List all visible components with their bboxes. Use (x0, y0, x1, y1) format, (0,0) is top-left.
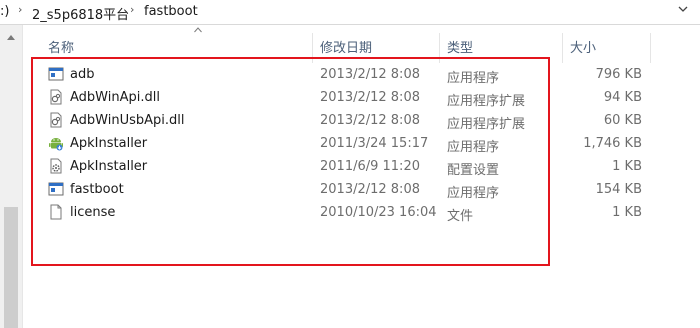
file-size: 94 KB (603, 90, 642, 105)
file-type: 应用程序 (447, 140, 500, 155)
column-header-name[interactable]: 名称 (48, 37, 74, 56)
file-modified: 2013/2/12 8:08 (320, 113, 420, 128)
file-name: fastboot (70, 182, 124, 197)
breadcrumb-root[interactable]: :) (0, 4, 9, 19)
vertical-scrollbar[interactable] (0, 25, 23, 328)
file-name: AdbWinApi.dll (70, 90, 160, 105)
file-name: adb (70, 67, 95, 82)
blank-file-icon (48, 204, 64, 220)
file-type: 配置设置 (447, 163, 500, 178)
column-divider[interactable] (562, 33, 563, 63)
file-modified: 2011/6/9 11:20 (320, 159, 420, 174)
file-row[interactable]: license 2010/10/23 16:04 文件 1 KB (22, 201, 652, 224)
file-name: ApkInstaller (70, 159, 148, 174)
file-size: 60 KB (603, 113, 642, 128)
file-type: 应用程序 (447, 186, 500, 201)
config-file-icon (48, 158, 64, 174)
file-modified: 2013/2/12 8:08 (320, 182, 420, 197)
file-size: 1,746 KB (583, 136, 642, 151)
chevron-down-icon[interactable] (678, 4, 688, 14)
android-icon (48, 135, 64, 151)
exe-icon (48, 66, 64, 82)
file-size: 1 KB (612, 159, 642, 174)
file-name: AdbWinUsbApi.dll (70, 113, 185, 128)
file-modified: 2013/2/12 8:08 (320, 90, 420, 105)
breadcrumb-folder[interactable]: 2_s5p6818平台 (32, 4, 129, 23)
file-row[interactable]: ApkInstaller 2011/3/24 15:17 应用程序 1,746 … (22, 132, 652, 155)
sort-ascending-icon (194, 27, 202, 59)
scroll-up-arrow-icon[interactable] (7, 35, 15, 40)
file-row[interactable]: adb 2013/2/12 8:08 应用程序 796 KB (22, 63, 652, 86)
file-type: 应用程序扩展 (447, 94, 526, 109)
file-type: 应用程序 (447, 71, 500, 86)
file-modified: 2013/2/12 8:08 (320, 67, 420, 82)
address-bar[interactable]: :) › 2_s5p6818平台 › fastboot (0, 0, 700, 25)
column-header-row: 名称 修改日期 类型 大小 (22, 25, 700, 63)
file-row[interactable]: ApkInstaller 2011/6/9 11:20 配置设置 1 KB (22, 155, 652, 178)
column-divider[interactable] (312, 33, 313, 63)
exe-icon (48, 181, 64, 197)
file-size: 1 KB (612, 205, 642, 220)
file-name: license (70, 205, 116, 220)
scrollbar-thumb[interactable] (4, 207, 18, 328)
column-divider[interactable] (650, 33, 651, 63)
dll-icon (48, 89, 64, 105)
file-modified: 2010/10/23 16:04 (320, 205, 437, 220)
file-type: 文件 (447, 209, 474, 224)
column-header-modified[interactable]: 修改日期 (320, 37, 372, 56)
file-row[interactable]: AdbWinApi.dll 2013/2/12 8:08 应用程序扩展 94 K… (22, 86, 652, 109)
file-name: ApkInstaller (70, 136, 148, 151)
file-type: 应用程序扩展 (447, 117, 526, 132)
breadcrumb-separator-icon[interactable]: › (18, 3, 22, 16)
breadcrumb-current[interactable]: fastboot (144, 4, 198, 19)
column-header-size[interactable]: 大小 (570, 37, 596, 56)
file-row[interactable]: fastboot 2013/2/12 8:08 应用程序 154 KB (22, 178, 652, 201)
column-header-type[interactable]: 类型 (447, 37, 473, 56)
dll-icon (48, 112, 64, 128)
breadcrumb-separator-icon[interactable]: › (130, 3, 134, 16)
file-modified: 2011/3/24 15:17 (320, 136, 429, 151)
column-divider[interactable] (439, 33, 440, 63)
file-size: 796 KB (595, 67, 642, 82)
file-row[interactable]: AdbWinUsbApi.dll 2013/2/12 8:08 应用程序扩展 6… (22, 109, 652, 132)
file-size: 154 KB (595, 182, 642, 197)
